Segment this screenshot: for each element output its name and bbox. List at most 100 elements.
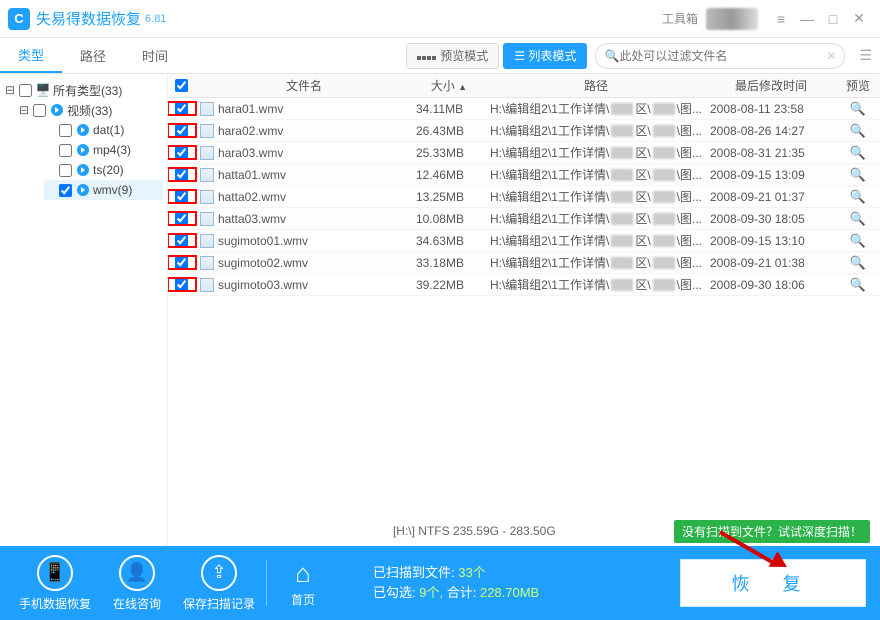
row-check[interactable] (175, 124, 188, 137)
video-icon (75, 162, 91, 178)
toolbar: 类型 路径 时间 预览模式 ☰ 列表模式 🔍 ✕ ☰ (0, 38, 880, 74)
table-row[interactable]: sugimoto01.wmv34.63MBH:\编辑组2\1工作详情\区\\图.… (168, 230, 880, 252)
col-path[interactable]: 路径 (486, 77, 706, 94)
tree-child-check[interactable] (59, 164, 72, 177)
tree-root-check[interactable] (19, 84, 32, 97)
online-consult-button[interactable]: 👤 在线咨询 (96, 555, 178, 612)
magnifier-icon: 🔍 (850, 123, 866, 138)
filter-icon[interactable]: ☰ (859, 47, 872, 64)
tree-child-3[interactable]: wmv(9) (44, 180, 163, 200)
col-date[interactable]: 最后修改时间 (706, 77, 836, 94)
file-name: hatta03.wmv (218, 212, 286, 226)
tab-path[interactable]: 路径 (62, 38, 124, 73)
save-scan-button[interactable]: ⇪ 保存扫描记录 (178, 555, 260, 612)
row-check[interactable] (175, 102, 188, 115)
preview-button[interactable]: 🔍 (836, 123, 880, 139)
clear-search-icon[interactable]: ✕ (826, 49, 836, 63)
magnifier-icon: 🔍 (850, 211, 866, 226)
close-button[interactable]: ✕ (846, 6, 872, 32)
tree-child-1[interactable]: mp4(3) (44, 140, 163, 160)
table-row[interactable]: hatta02.wmv13.25MBH:\编辑组2\1工作详情\区\\图...2… (168, 186, 880, 208)
file-size: 13.25MB (412, 190, 486, 204)
preview-button[interactable]: 🔍 (836, 255, 880, 271)
table-row[interactable]: sugimoto03.wmv39.22MBH:\编辑组2\1工作详情\区\\图.… (168, 274, 880, 296)
tree-child-0[interactable]: dat(1) (44, 120, 163, 140)
collapse-icon[interactable]: ⊟ (4, 83, 16, 97)
col-size[interactable]: 大小 ▲ (412, 77, 486, 94)
tree-child-label: mp4(3) (93, 143, 131, 157)
row-check[interactable] (175, 212, 188, 225)
tree-child-check[interactable] (59, 184, 72, 197)
file-rows: hara01.wmv34.11MBH:\编辑组2\1工作详情\区\\图...20… (168, 98, 880, 516)
file-path: H:\编辑组2\1工作详情\区\\图... (486, 100, 706, 117)
file-date: 2008-09-30 18:06 (706, 278, 836, 292)
search-input[interactable] (619, 49, 826, 63)
row-check[interactable] (175, 168, 188, 181)
file-size: 12.46MB (412, 168, 486, 182)
list-mode-button[interactable]: ☰ 列表模式 (503, 43, 587, 69)
list-mode-label: 列表模式 (528, 47, 576, 64)
save-scan-label: 保存扫描记录 (183, 595, 255, 612)
collapse-icon[interactable]: ⊟ (18, 103, 30, 117)
row-check[interactable] (175, 256, 188, 269)
recover-button[interactable]: 恢 复 (680, 559, 866, 607)
user-avatar[interactable] (706, 8, 758, 30)
col-preview: 预览 (836, 77, 880, 94)
tree-root-label: 所有类型(33) (53, 82, 122, 99)
preview-button[interactable]: 🔍 (836, 189, 880, 205)
home-button[interactable]: ⌂ 首页 (273, 558, 333, 608)
video-icon (75, 182, 91, 198)
table-row[interactable]: hara02.wmv26.43MBH:\编辑组2\1工作详情\区\\图...20… (168, 120, 880, 142)
preview-button[interactable]: 🔍 (836, 101, 880, 117)
preview-button[interactable]: 🔍 (836, 277, 880, 293)
bottom-bar: 📱 手机数据恢复 👤 在线咨询 ⇪ 保存扫描记录 ⌂ 首页 已扫描到文件: 33… (0, 546, 880, 620)
table-row[interactable]: sugimoto02.wmv33.18MBH:\编辑组2\1工作详情\区\\图.… (168, 252, 880, 274)
preview-mode-label: 预览模式 (440, 47, 488, 64)
tree-child-check[interactable] (59, 124, 72, 137)
tree-video[interactable]: ⊟ 视频(33) (18, 100, 163, 120)
tree-child-label: wmv(9) (93, 183, 132, 197)
row-check[interactable] (175, 278, 188, 291)
online-consult-label: 在线咨询 (113, 595, 161, 612)
table-row[interactable]: hatta01.wmv12.46MBH:\编辑组2\1工作详情\区\\图...2… (168, 164, 880, 186)
preview-mode-button[interactable]: 预览模式 (406, 43, 499, 69)
file-name: sugimoto01.wmv (218, 234, 308, 248)
grid-icon (417, 49, 437, 63)
preview-button[interactable]: 🔍 (836, 167, 880, 183)
phone-recovery-button[interactable]: 📱 手机数据恢复 (14, 555, 96, 612)
file-path: H:\编辑组2\1工作详情\区\\图... (486, 166, 706, 183)
divider (266, 560, 267, 606)
file-date: 2008-08-26 14:27 (706, 124, 836, 138)
file-path: H:\编辑组2\1工作详情\区\\图... (486, 188, 706, 205)
tree-child-check[interactable] (59, 144, 72, 157)
toolbox-link[interactable]: 工具箱 (662, 10, 698, 27)
row-check[interactable] (175, 146, 188, 159)
tab-type[interactable]: 类型 (0, 38, 62, 73)
file-date: 2008-09-30 18:05 (706, 212, 836, 226)
video-icon (75, 122, 91, 138)
home-label: 首页 (291, 591, 315, 608)
col-name[interactable]: 文件名 (196, 77, 412, 94)
maximize-button[interactable]: □ (820, 6, 846, 32)
menu-button[interactable]: ≡ (768, 6, 794, 32)
deep-scan-button[interactable]: 没有扫描到文件？试试深度扫描！ (674, 520, 870, 543)
search-box[interactable]: 🔍 ✕ (595, 43, 845, 69)
tab-time[interactable]: 时间 (124, 38, 186, 73)
tree-child-2[interactable]: ts(20) (44, 160, 163, 180)
magnifier-icon: 🔍 (850, 277, 866, 292)
file-size: 25.33MB (412, 146, 486, 160)
preview-button[interactable]: 🔍 (836, 145, 880, 161)
table-row[interactable]: hara03.wmv25.33MBH:\编辑组2\1工作详情\区\\图...20… (168, 142, 880, 164)
row-check[interactable] (175, 190, 188, 203)
file-path: H:\编辑组2\1工作详情\区\\图... (486, 210, 706, 227)
tree-root[interactable]: ⊟ 🖥️ 所有类型(33) (4, 80, 163, 100)
table-row[interactable]: hara01.wmv34.11MBH:\编辑组2\1工作详情\区\\图...20… (168, 98, 880, 120)
tree-video-check[interactable] (33, 104, 46, 117)
select-all-check[interactable] (175, 79, 188, 92)
table-row[interactable]: hatta03.wmv10.08MBH:\编辑组2\1工作详情\区\\图...2… (168, 208, 880, 230)
disk-info-bar: [H:\] NTFS 235.59G - 283.50G 没有扫描到文件？试试深… (168, 516, 880, 546)
preview-button[interactable]: 🔍 (836, 211, 880, 227)
minimize-button[interactable]: — (794, 6, 820, 32)
preview-button[interactable]: 🔍 (836, 233, 880, 249)
row-check[interactable] (175, 234, 188, 247)
